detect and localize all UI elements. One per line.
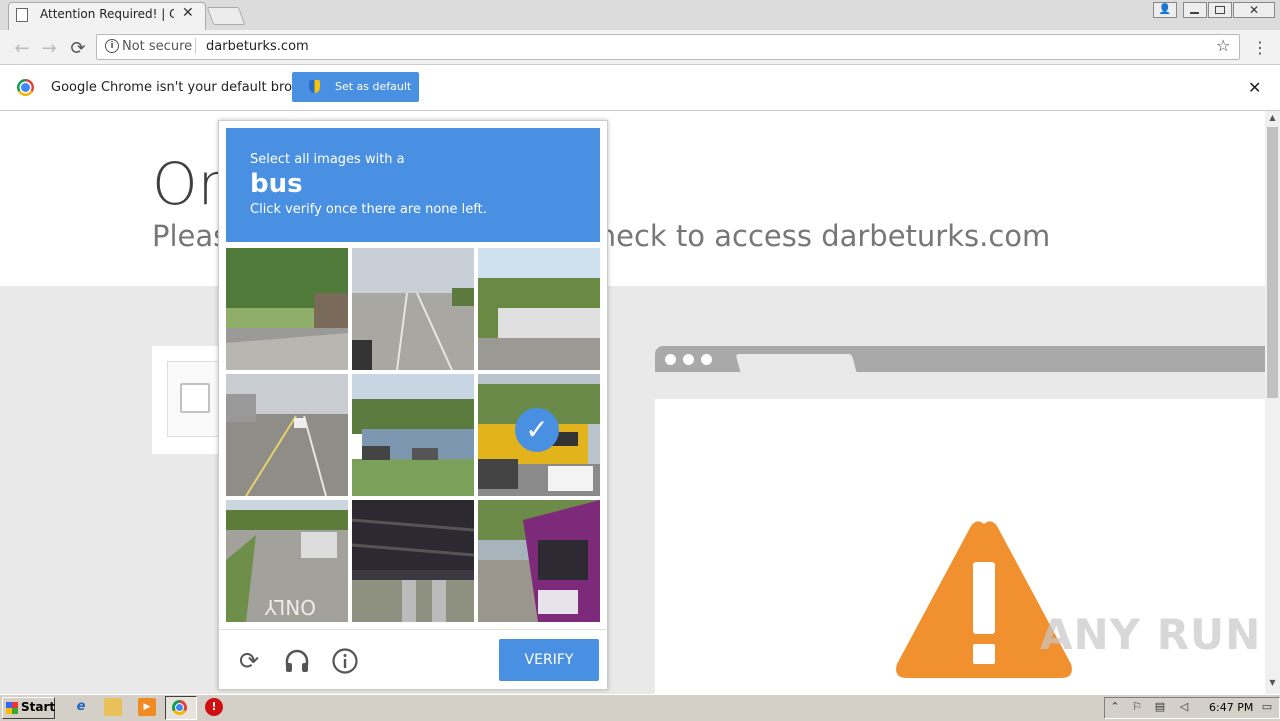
flag-icon[interactable]: ⚐ (1130, 700, 1144, 713)
security-indicator[interactable]: Not secure (122, 39, 192, 54)
captcha-target-word: bus (250, 169, 303, 199)
divider (219, 629, 606, 630)
window-close-button[interactable]: ✕ (1233, 2, 1275, 18)
captcha-hint: Click verify once there are none left. (250, 202, 487, 217)
captcha-tile[interactable] (352, 500, 474, 622)
network-icon[interactable]: ▤ (1153, 700, 1167, 713)
tray-expand-icon[interactable]: ⌃ (1108, 700, 1122, 713)
divider (195, 38, 196, 54)
checkmark-icon: ✓ (515, 408, 559, 452)
captcha-tile[interactable] (352, 374, 474, 496)
stop-icon[interactable]: ! (205, 698, 223, 716)
scroll-up-arrow-icon[interactable]: ▲ (1265, 113, 1280, 122)
menu-kebab-icon[interactable]: ⋮ (1252, 38, 1268, 57)
show-desktop-icon[interactable]: ▭ (1260, 700, 1274, 713)
new-tab-button[interactable] (206, 7, 246, 25)
info-icon[interactable] (331, 647, 359, 675)
scroll-down-arrow-icon[interactable]: ▼ (1265, 678, 1280, 687)
captcha-tile[interactable]: ONLY (226, 500, 348, 622)
profile-icon[interactable]: 👤 (1153, 2, 1177, 18)
chrome-icon (172, 700, 187, 715)
infobar-message: Google Chrome isn't your default browser (51, 80, 323, 95)
captcha-instruction: Select all images with a (250, 152, 405, 167)
verify-button[interactable]: VERIFY (499, 639, 599, 681)
folder-icon[interactable] (104, 698, 122, 716)
reload-icon[interactable]: ⟳ (66, 38, 90, 59)
reload-challenge-icon[interactable]: ⟳ (235, 647, 263, 675)
watermark-logo: ANY RUN (1040, 610, 1262, 659)
captcha-tile[interactable] (226, 374, 348, 496)
clock[interactable]: 6:47 PM (1209, 701, 1253, 714)
windows-flag-icon (6, 702, 18, 714)
set-as-default-label: Set as default (335, 80, 412, 93)
back-arrow-icon[interactable]: ← (10, 38, 34, 59)
illustration-dot (665, 354, 676, 365)
tab-close-icon[interactable]: ✕ (182, 5, 194, 21)
set-as-default-button[interactable]: Set as default (292, 72, 419, 102)
captcha-tile[interactable] (352, 248, 474, 370)
infobar-close-icon[interactable]: ✕ (1248, 78, 1261, 97)
captcha-tile[interactable] (478, 500, 600, 622)
captcha-checkbox[interactable] (180, 383, 210, 413)
svg-text:ONLY: ONLY (264, 595, 316, 619)
url-text[interactable]: darbeturks.com (206, 39, 309, 54)
page-icon (16, 8, 28, 22)
illustration-dot (701, 354, 712, 365)
info-icon[interactable]: i (105, 39, 119, 53)
tab-title: Attention Required! | Cloudf (40, 7, 174, 21)
illustration-dot (683, 354, 694, 365)
chrome-logo-icon (17, 79, 34, 96)
minimize-button[interactable] (1183, 2, 1207, 18)
internet-explorer-icon[interactable]: e (72, 698, 90, 716)
captcha-tile[interactable] (226, 248, 348, 370)
restore-button[interactable] (1208, 2, 1232, 18)
scrollbar-thumb[interactable] (1267, 127, 1278, 398)
illustration-tab (735, 354, 857, 372)
audio-challenge-icon[interactable] (283, 647, 311, 675)
captcha-tile[interactable] (478, 248, 600, 370)
volume-icon[interactable]: ◁ (1177, 700, 1191, 713)
start-label: Start (21, 700, 56, 714)
shield-icon (309, 80, 320, 93)
forward-arrow-icon[interactable]: → (37, 38, 61, 59)
start-button[interactable]: Start (2, 697, 55, 719)
bookmark-star-icon[interactable]: ☆ (1216, 36, 1230, 55)
media-player-icon[interactable]: ▶ (138, 698, 156, 716)
